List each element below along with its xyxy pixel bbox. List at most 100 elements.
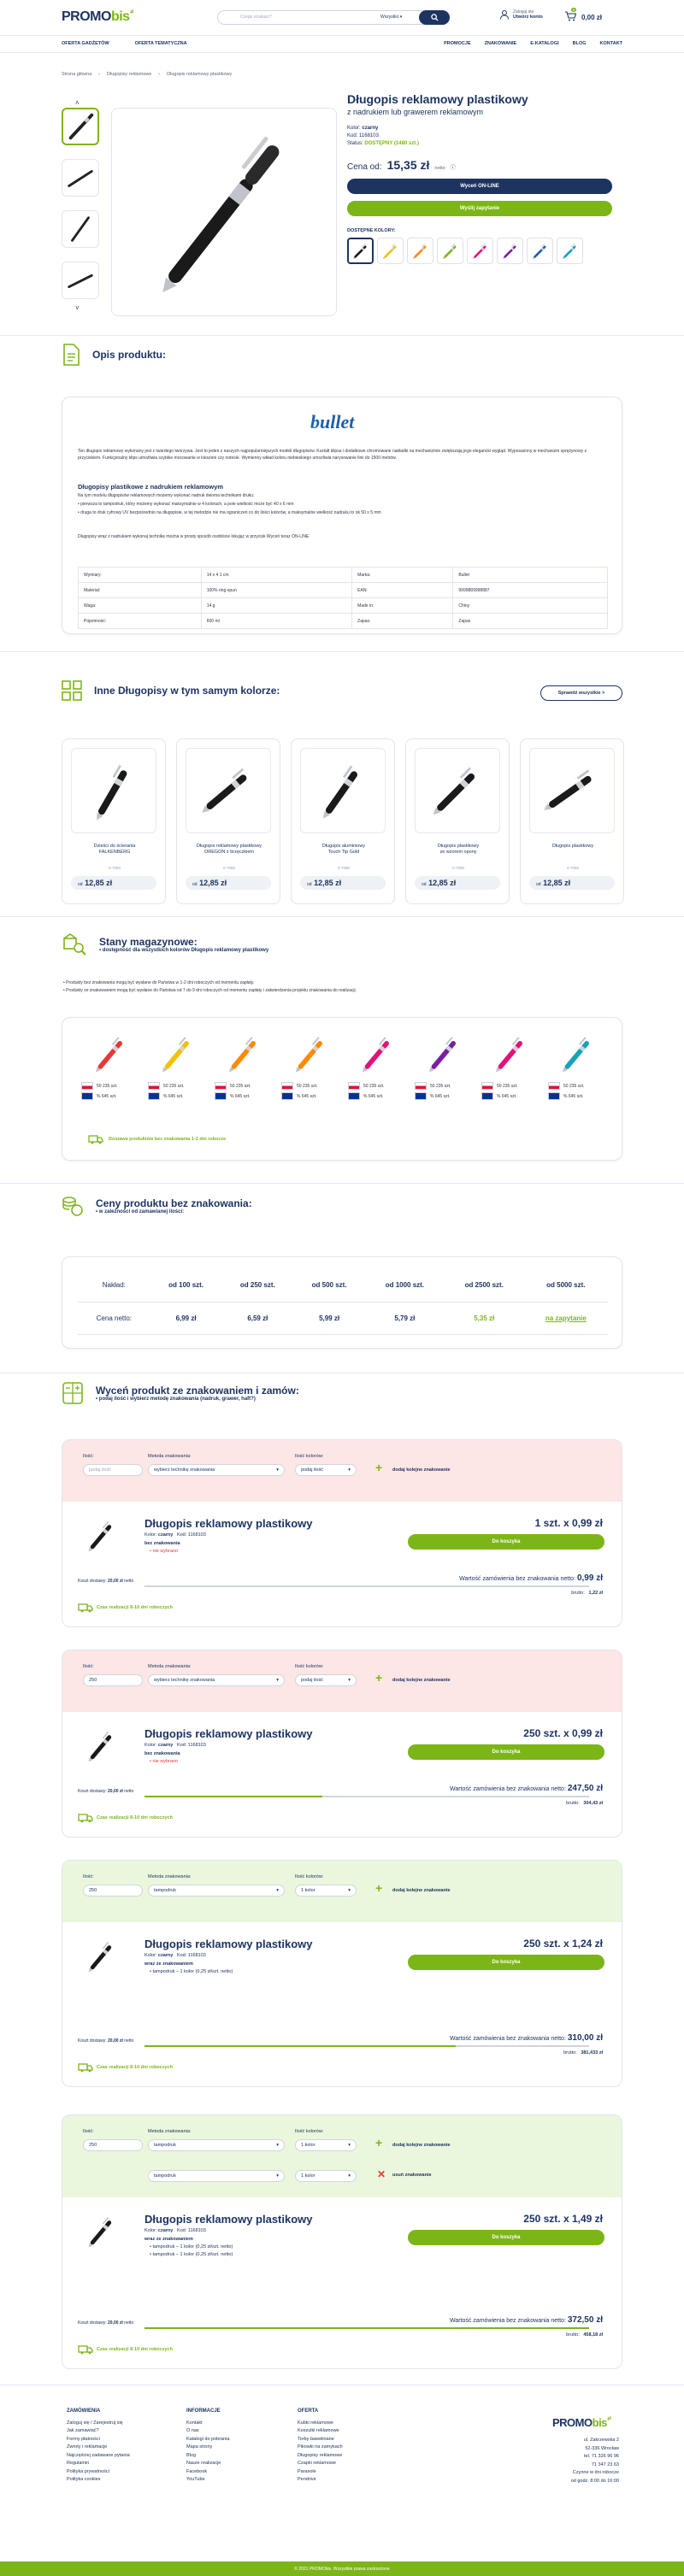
search-button[interactable]	[419, 10, 450, 25]
footer-link[interactable]: Polityka prywatności	[67, 2468, 130, 2477]
see-all-button[interactable]: Sprawdź wszystkie >	[540, 685, 622, 701]
price-cell: 6,59 zł	[221, 1302, 294, 1335]
colors-select[interactable]: podaj ilość ▾	[295, 1674, 357, 1686]
colors-select[interactable]: 1 kolor ▾	[295, 2139, 357, 2151]
footer-link[interactable]: Torby bawełniane	[298, 2436, 343, 2444]
color-swatch[interactable]	[407, 238, 433, 264]
thumbnail[interactable]	[62, 210, 99, 248]
search-input[interactable]: Czego szukasz?	[240, 15, 272, 20]
cart-button[interactable]: 0 0,00 zł	[564, 8, 602, 23]
footer-link[interactable]: Blog	[186, 2452, 229, 2461]
similar-product-card[interactable]: Długopis reklamowy plastikowy OREGON z b…	[176, 738, 280, 904]
remove-marking-link[interactable]: usuń znakowanie	[392, 2173, 432, 2178]
method-select[interactable]: wybierz technikę znakowania ▾	[148, 1464, 285, 1476]
color-swatch[interactable]	[377, 238, 404, 264]
add-marking-link[interactable]: dodaj kolejne znakowanie	[392, 1467, 451, 1473]
footer-link[interactable]: Formy płatności	[67, 2436, 130, 2444]
method-select[interactable]: wybierz technikę znakowania ▾	[148, 1674, 285, 1686]
price-cell[interactable]: na zapytanie	[523, 1302, 608, 1335]
breadcrumb-category[interactable]: Długopisy reklamowe	[107, 72, 151, 77]
footer-link[interactable]: Katalogi do pobrania	[186, 2436, 229, 2444]
contact-line: od godz. 8:00 do 16:00	[570, 2478, 619, 2484]
quantity-input[interactable]: 250	[83, 1674, 143, 1686]
footer-link[interactable]: Długopisy reklamowe	[298, 2452, 343, 2461]
footer-link[interactable]: Zaloguj się / Zarejestruj się	[67, 2420, 130, 2428]
footer-link[interactable]: Pikowki na zamykach	[298, 2444, 343, 2452]
quantity-input[interactable]: 250	[83, 2139, 143, 2151]
chevron-down-icon[interactable]: ˅	[75, 304, 86, 312]
footer-link[interactable]: O nas	[186, 2427, 229, 2436]
footer-link[interactable]: Kubki reklamowe	[298, 2420, 343, 2428]
footer-link[interactable]: Polityka cookies	[67, 2476, 130, 2485]
footer-link[interactable]: Koszulki reklamowe	[298, 2427, 343, 2436]
plus-icon[interactable]: +	[375, 1881, 382, 1895]
nav-e-katalogi[interactable]: E-KATALOGI	[530, 41, 558, 46]
close-icon[interactable]: ✕	[377, 2168, 386, 2180]
add-to-cart-button[interactable]: Do koszyka	[408, 1955, 604, 1970]
plus-icon[interactable]: +	[375, 2136, 382, 2150]
flag-eu-icon	[548, 1092, 560, 1100]
footer-link[interactable]: Parasole	[298, 2468, 343, 2477]
add-to-cart-button[interactable]: Do koszyka	[408, 1534, 604, 1550]
nav-oferta-gadzetow[interactable]: OFERTA GADŻETÓW	[62, 41, 109, 46]
footer-link[interactable]: Pendrive	[298, 2476, 343, 2485]
footer-link[interactable]: Zwroty i reklamacje	[67, 2444, 130, 2452]
nav-kontakt[interactable]: KONTAKT	[600, 41, 622, 46]
chevron-up-icon[interactable]: ˄	[75, 99, 86, 107]
footer-link[interactable]: Kontakt	[186, 2420, 229, 2428]
quote-online-button[interactable]: Wyceń ON-LINE	[347, 179, 612, 194]
footer-logo[interactable]: PROMObis.pl	[552, 2416, 611, 2429]
color-swatch[interactable]	[557, 238, 583, 264]
color-swatch[interactable]	[527, 238, 553, 264]
register-link[interactable]: Utwórz konto	[513, 15, 543, 20]
logo[interactable]: PROMObis.pl	[62, 9, 133, 25]
similar-product-card[interactable]: Długopis aluminiowy Touch Tip Gold 0-7080…	[291, 738, 395, 904]
account-link[interactable]: Zaloguj się Utwórz konto	[499, 9, 543, 20]
method-select[interactable]: tampodruk ▾	[148, 2170, 285, 2182]
method-select[interactable]: tampodruk ▾	[148, 1885, 285, 1897]
nav-promocje[interactable]: PROMOCJE	[444, 41, 470, 46]
plus-icon[interactable]: +	[375, 1461, 382, 1474]
add-to-cart-button[interactable]: Do koszyka	[408, 2230, 604, 2245]
plus-icon[interactable]: +	[375, 1671, 382, 1685]
nav-blog[interactable]: BLOG	[573, 41, 587, 46]
nav-oferta-tematyczna[interactable]: OFERTA TEMATYCZNA	[135, 41, 187, 46]
colors-select[interactable]: 1 kolor ▾	[295, 1885, 357, 1897]
similar-product-card[interactable]: Dzieści do ścierania FALKENBERG 0-7080 od …	[62, 738, 166, 904]
colors-select[interactable]: 1 kolor ▾	[295, 2170, 357, 2182]
color-swatch[interactable]	[497, 238, 523, 264]
breadcrumb-home[interactable]: Strona główna	[62, 72, 91, 77]
similar-product-card[interactable]: Długopis plastikowy ze wzorem opony 0-708…	[405, 738, 510, 904]
color-swatch[interactable]	[467, 238, 493, 264]
method-select[interactable]: tampodruk ▾	[148, 2139, 285, 2151]
stock-color-column: 50 235 szt. % 645 szt.	[215, 1028, 274, 1100]
footer-link[interactable]: Najczęściej zadawane pytania	[67, 2452, 130, 2461]
info-icon[interactable]: ⓘ	[451, 163, 456, 171]
add-marking-link[interactable]: dodaj kolejne znakowanie	[392, 1888, 451, 1893]
quantity-input[interactable]: 250	[83, 1885, 143, 1897]
footer-link[interactable]: Mapa strony	[186, 2444, 229, 2452]
quantity-input[interactable]: podaj ilość	[83, 1464, 143, 1476]
thumbnail[interactable]	[62, 159, 99, 197]
add-marking-link[interactable]: dodaj kolejne znakowanie	[392, 2143, 451, 2148]
coins-icon	[62, 1197, 83, 1216]
footer-link[interactable]: Facebook	[186, 2468, 229, 2477]
send-inquiry-button[interactable]: Wyślij zapytanie	[347, 201, 612, 216]
thumbnail[interactable]	[62, 108, 99, 145]
footer-link[interactable]: Nasze realizacje	[186, 2460, 229, 2468]
similar-product-card[interactable]: Długopis plastikowy 0-7080 od 12,85 zł	[520, 738, 624, 904]
add-marking-link[interactable]: dodaj kolejne znakowanie	[392, 1678, 451, 1683]
search-category-select[interactable]: Wszystko ▾	[380, 15, 402, 20]
color-swatch[interactable]	[437, 238, 463, 264]
footer-link[interactable]: Jak zamawiać?	[67, 2427, 130, 2436]
footer-link[interactable]: YouTube	[186, 2476, 229, 2485]
add-to-cart-button[interactable]: Do koszyka	[408, 1744, 604, 1760]
color-swatch[interactable]	[347, 238, 374, 264]
colors-select[interactable]: podaj ilość ▾	[295, 1464, 357, 1476]
nav-znakowanie[interactable]: ZNAKOWANIE	[485, 41, 517, 46]
footer-link[interactable]: Regulamin	[67, 2460, 130, 2468]
main-product-image[interactable]	[111, 108, 337, 316]
footer-link[interactable]: Czapki reklamowe	[298, 2460, 343, 2468]
search-bar[interactable]: Czego szukasz? Wszystko ▾	[217, 10, 450, 25]
thumbnail[interactable]	[62, 262, 99, 299]
